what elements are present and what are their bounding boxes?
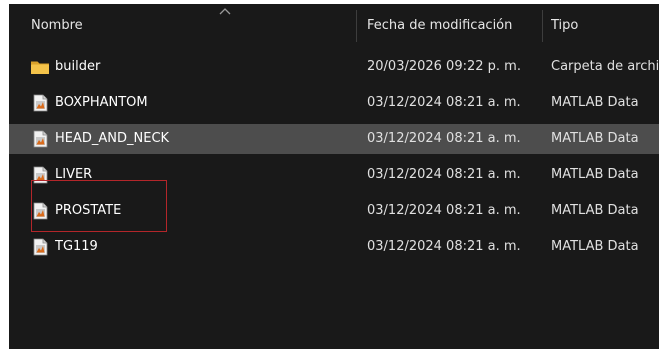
column-header-date[interactable]: Fecha de modificación xyxy=(367,4,537,48)
file-type: MATLAB Data xyxy=(551,131,639,146)
column-header: Nombre Fecha de modificación Tipo xyxy=(9,4,659,48)
file-name: HEAD_AND_NECK xyxy=(55,131,170,146)
matlab-data-file-icon xyxy=(33,94,48,112)
file-name: TG119 xyxy=(55,239,98,254)
file-type: MATLAB Data xyxy=(551,167,639,182)
file-date: 03/12/2024 08:21 a. m. xyxy=(367,239,521,254)
matlab-data-file-icon xyxy=(33,202,48,220)
file-row-liver[interactable]: LIVER 03/12/2024 08:21 a. m. MATLAB Data xyxy=(9,160,659,190)
file-name: builder xyxy=(55,59,101,74)
file-row-boxphantom[interactable]: BOXPHANTOM 03/12/2024 08:21 a. m. MATLAB… xyxy=(9,88,659,118)
folder-icon xyxy=(31,61,49,74)
file-type: MATLAB Data xyxy=(551,95,639,110)
column-separator[interactable] xyxy=(542,10,543,42)
column-header-type[interactable]: Tipo xyxy=(551,4,659,48)
file-name: PROSTATE xyxy=(55,203,122,218)
file-name: BOXPHANTOM xyxy=(55,95,148,110)
file-row-head-and-neck[interactable]: HEAD_AND_NECK 03/12/2024 08:21 a. m. MAT… xyxy=(9,124,659,154)
file-name: LIVER xyxy=(55,167,93,182)
screenshot-frame: Nombre Fecha de modificación Tipo builde… xyxy=(0,0,659,356)
file-list-pane: Nombre Fecha de modificación Tipo builde… xyxy=(9,4,659,349)
file-date: 03/12/2024 08:21 a. m. xyxy=(367,95,521,110)
file-type: MATLAB Data xyxy=(551,203,639,218)
file-date: 03/12/2024 08:21 a. m. xyxy=(367,203,521,218)
file-date: 20/03/2026 09:22 p. m. xyxy=(367,59,521,74)
file-date: 03/12/2024 08:21 a. m. xyxy=(367,167,521,182)
file-row-builder[interactable]: builder 20/03/2026 09:22 p. m. Carpeta d… xyxy=(9,52,659,82)
column-separator[interactable] xyxy=(356,10,357,42)
matlab-data-file-icon xyxy=(33,238,48,256)
file-row-prostate[interactable]: PROSTATE 03/12/2024 08:21 a. m. MATLAB D… xyxy=(9,196,659,226)
file-type: Carpeta de archivos xyxy=(551,59,659,74)
file-row-tg119[interactable]: TG119 03/12/2024 08:21 a. m. MATLAB Data xyxy=(9,232,659,262)
column-header-name[interactable]: Nombre xyxy=(31,4,351,48)
matlab-data-file-icon xyxy=(33,130,48,148)
file-date: 03/12/2024 08:21 a. m. xyxy=(367,131,521,146)
matlab-data-file-icon xyxy=(33,166,48,184)
file-type: MATLAB Data xyxy=(551,239,639,254)
